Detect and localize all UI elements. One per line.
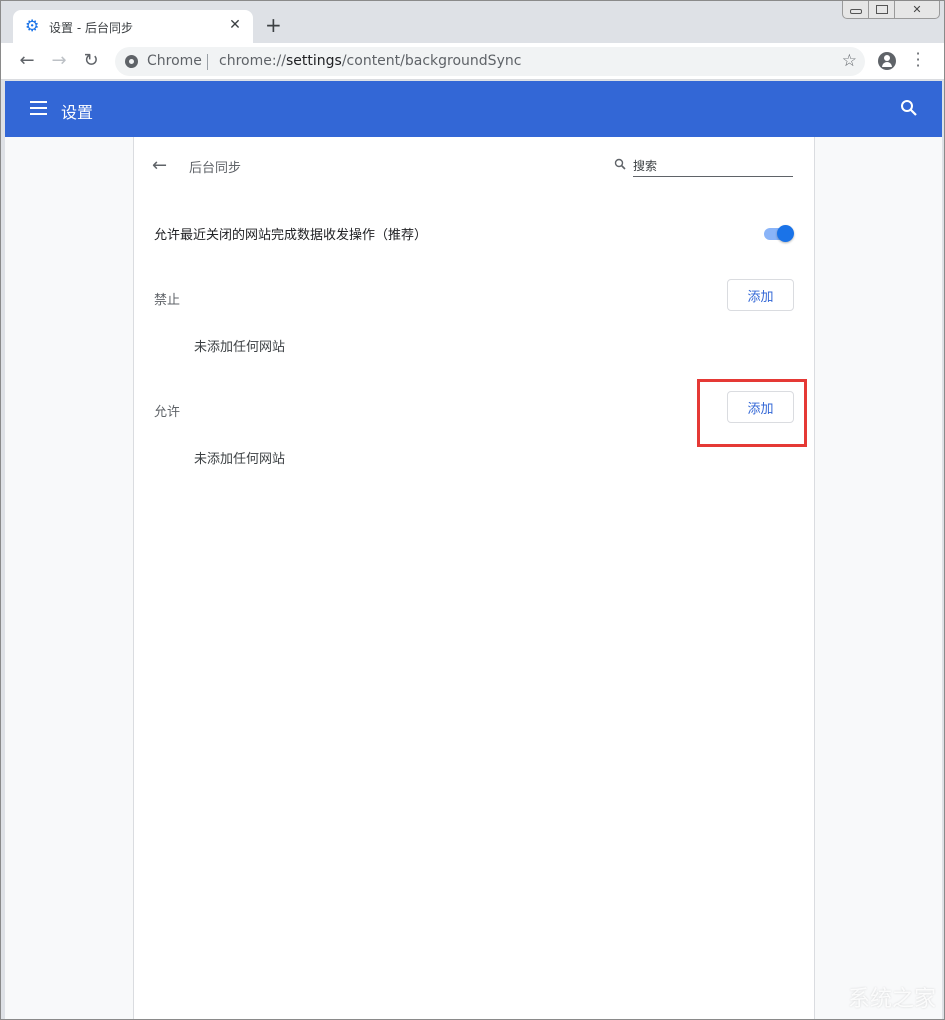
back-button[interactable]: ←	[17, 51, 37, 71]
watermark: 系统之家	[847, 987, 936, 1012]
block-section: 禁止 添加	[154, 279, 794, 311]
section-label-allow: 允许	[154, 405, 181, 420]
browser-window: ⚙ 设置 - 后台同步 ✕ + ✕ ← → ↻ Chrome chrome://…	[0, 0, 945, 1020]
new-tab-button[interactable]: +	[265, 15, 282, 35]
origin-label: Chrome	[147, 53, 202, 69]
bookmark-star-icon[interactable]: ☆	[842, 51, 857, 71]
tab-strip: ⚙ 设置 - 后台同步 ✕ + ✕	[1, 1, 944, 44]
subpage-search	[614, 155, 794, 177]
menu-icon[interactable]: · · ·	[913, 46, 923, 74]
allow-section: 允许 添加	[154, 391, 794, 423]
maximize-icon	[875, 5, 888, 14]
add-block-button[interactable]: 添加	[727, 279, 794, 311]
settings-header: 设置	[5, 81, 942, 137]
subpage-title: 后台同步	[189, 161, 242, 176]
browser-toolbar: ← → ↻ Chrome chrome://settings/content/b…	[1, 43, 944, 80]
minimize-button[interactable]	[843, 1, 869, 18]
divider	[207, 54, 208, 70]
search-icon	[614, 158, 626, 170]
url-path: /content/backgroundSync	[341, 53, 522, 69]
block-empty-text: 未添加任何网站	[194, 340, 286, 355]
close-window-button[interactable]: ✕	[895, 1, 939, 18]
tab-title: 设置 - 后台同步	[49, 21, 133, 35]
back-arrow-icon[interactable]: ←	[152, 155, 167, 176]
close-tab-icon[interactable]: ✕	[227, 17, 243, 33]
chrome-icon	[125, 55, 138, 68]
address-bar[interactable]: Chrome chrome://settings/content/backgro…	[115, 47, 865, 76]
minimize-icon	[849, 8, 862, 14]
hamburger-menu-icon[interactable]	[30, 101, 47, 115]
setting-label: 允许最近关闭的网站完成数据收发操作（推荐）	[154, 228, 428, 243]
background-sync-toggle[interactable]	[762, 224, 794, 242]
tab-settings[interactable]: ⚙ 设置 - 后台同步 ✕	[13, 10, 253, 44]
add-allow-button[interactable]: 添加	[727, 391, 794, 423]
allow-empty-text: 未添加任何网站	[194, 452, 286, 467]
settings-title: 设置	[61, 103, 94, 122]
url-text[interactable]: chrome://settings/content/backgroundSync	[219, 53, 521, 69]
window-controls: ✕	[842, 1, 940, 19]
url-host: settings	[286, 53, 342, 69]
toggle-knob	[777, 225, 794, 242]
profile-avatar-icon[interactable]	[878, 52, 896, 70]
search-icon[interactable]	[900, 99, 918, 117]
search-input[interactable]	[633, 155, 793, 177]
settings-content: ← 后台同步 允许最近关闭的网站完成数据收发操作（推荐） 禁止 添加 未添加任何…	[5, 137, 942, 1019]
subpage-header: ← 后台同步	[134, 137, 814, 193]
reload-button[interactable]: ↻	[81, 51, 101, 71]
gear-icon: ⚙	[25, 16, 40, 35]
url-scheme: chrome://	[219, 53, 286, 69]
settings-card: ← 后台同步 允许最近关闭的网站完成数据收发操作（推荐） 禁止 添加 未添加任何…	[133, 137, 815, 1019]
forward-button[interactable]: →	[49, 51, 69, 71]
close-icon: ✕	[912, 3, 922, 16]
maximize-button[interactable]	[869, 1, 895, 18]
section-label-block: 禁止	[154, 293, 181, 308]
background-sync-setting: 允许最近关闭的网站完成数据收发操作（推荐）	[154, 221, 794, 245]
